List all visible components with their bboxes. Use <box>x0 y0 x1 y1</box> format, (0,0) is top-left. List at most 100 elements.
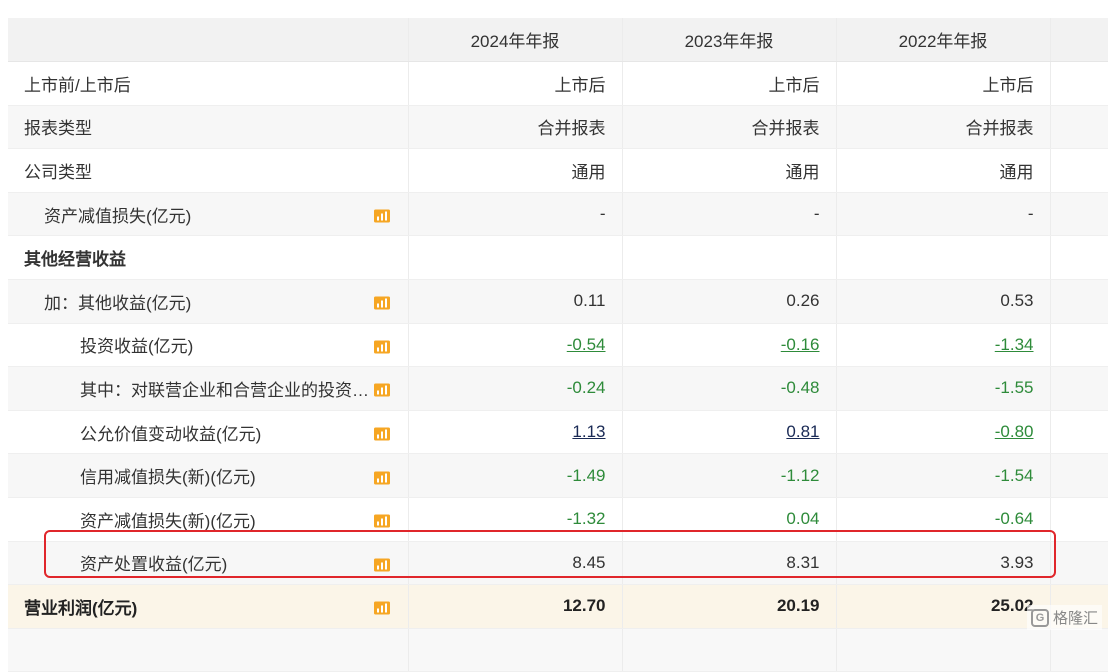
value-text: 0.26 <box>786 291 820 311</box>
row-label: 公司类型 <box>24 162 92 182</box>
table-row: 资产减值损失(亿元) - - - <box>8 192 1108 237</box>
value-text[interactable]: -0.80 <box>995 422 1034 441</box>
value-cell: 上市后 <box>622 61 837 106</box>
value-cell: - <box>622 192 837 237</box>
value-text: 合并报表 <box>537 119 606 139</box>
value-text: 合并报表 <box>751 119 820 139</box>
value-cell: -0.54 <box>408 323 623 368</box>
value-cell: -0.80 <box>836 410 1051 455</box>
value-text: -1.54 <box>994 465 1034 485</box>
value-cell: - <box>408 192 623 237</box>
row-label: 营业利润(亿元) <box>24 598 138 618</box>
table-row: 信用减值损失(新)(亿元) -1.49 -1.12 -1.54 <box>8 453 1108 498</box>
table-row: 公司类型 通用 通用 通用 <box>8 148 1108 193</box>
table-row: 营业利润(亿元) 12.70 20.19 25.02 <box>8 584 1108 629</box>
value-cell: 8.31 <box>622 541 837 586</box>
spacer-cell <box>1050 105 1108 150</box>
spacer-cell <box>1050 453 1108 498</box>
value-cell: -0.16 <box>622 323 837 368</box>
partial-cell <box>836 628 1051 672</box>
value-cell: - <box>836 192 1051 237</box>
value-cell: -1.55 <box>836 366 1051 411</box>
partial-cell <box>8 628 409 672</box>
value-cell <box>408 235 623 280</box>
row-label-cell: 资产减值损失(新)(亿元) <box>8 497 409 542</box>
bar-chart-icon[interactable] <box>373 556 390 572</box>
value-text: -0.24 <box>566 378 606 398</box>
row-label-cell: 公允价值变动收益(亿元) <box>8 410 409 455</box>
value-text: 3.93 <box>1000 552 1034 572</box>
value-text: -0.64 <box>994 509 1034 529</box>
value-text: 8.45 <box>572 552 606 572</box>
financial-statement-table: 2024年年报 2023年年报 2022年年报 上市前/上市后 上市后 上市后 上市后… <box>8 18 1108 672</box>
row-label-cell: 公司类型 <box>8 148 409 193</box>
spacer-cell <box>1050 323 1108 368</box>
header-row: 2024年年报 2023年年报 2022年年报 <box>8 18 1108 62</box>
bar-chart-icon[interactable] <box>373 600 390 615</box>
bar-chart-icon[interactable] <box>373 469 390 485</box>
value-text: 12.70 <box>562 596 606 616</box>
value-text: 通用 <box>999 162 1034 182</box>
value-cell: 上市后 <box>408 61 623 106</box>
table-row: 资产处置收益(亿元) 8.45 8.31 3.93 <box>8 541 1108 586</box>
value-text: -1.12 <box>780 465 820 485</box>
value-cell: -1.32 <box>408 497 623 542</box>
value-text[interactable]: -0.54 <box>567 335 606 354</box>
value-text: 0.11 <box>573 291 606 311</box>
value-text: -1.49 <box>566 465 606 485</box>
spacer-cell <box>1050 279 1108 324</box>
bar-chart-icon[interactable] <box>373 426 390 441</box>
table-row-partial <box>8 628 1108 672</box>
value-cell: 通用 <box>622 148 837 193</box>
spacer-cell <box>1050 192 1108 237</box>
row-label-cell: 加：其他收益(亿元) <box>8 279 409 324</box>
value-cell: -0.64 <box>836 497 1051 542</box>
bar-chart-icon[interactable] <box>373 208 390 223</box>
value-cell: 3.93 <box>836 541 1051 586</box>
row-label: 投资收益(亿元) <box>80 337 194 357</box>
spacer-cell <box>1050 366 1108 411</box>
row-label: 资产处置收益(亿元) <box>80 555 228 575</box>
value-text: -1.32 <box>566 509 606 529</box>
table-row: 公允价值变动收益(亿元) 1.13 0.81 -0.80 <box>8 410 1108 455</box>
bar-chart-icon[interactable] <box>373 513 390 528</box>
value-text: -0.48 <box>780 378 820 398</box>
bar-chart-icon[interactable] <box>373 338 390 354</box>
bar-chart-icon[interactable] <box>373 382 390 397</box>
value-text: - <box>599 204 606 224</box>
value-text[interactable]: -0.16 <box>781 335 820 354</box>
header-2024[interactable]: 2024年年报 <box>408 18 623 62</box>
bar-chart-icon[interactable] <box>373 295 390 310</box>
value-cell: 20.19 <box>622 584 837 629</box>
value-cell: 12.70 <box>408 584 623 629</box>
row-label-cell: 营业利润(亿元) <box>8 584 409 629</box>
value-cell: -1.49 <box>408 453 623 498</box>
value-text: 通用 <box>785 162 820 182</box>
value-text[interactable]: -1.34 <box>995 335 1034 354</box>
row-label-cell: 上市前/上市后 <box>8 61 409 106</box>
value-text: 8.31 <box>786 552 820 572</box>
value-cell: -0.24 <box>408 366 623 411</box>
header-2023[interactable]: 2023年年报 <box>622 18 837 62</box>
value-text: 合并报表 <box>965 119 1034 139</box>
spacer-cell <box>1050 410 1108 455</box>
partial-cell <box>622 628 837 672</box>
header-2022[interactable]: 2022年年报 <box>836 18 1051 62</box>
value-cell: 1.13 <box>408 410 623 455</box>
value-cell <box>836 235 1051 280</box>
value-cell: -1.34 <box>836 323 1051 368</box>
table-row: 投资收益(亿元) -0.54 -0.16 -1.34 <box>8 323 1108 368</box>
table-row: 上市前/上市后 上市后 上市后 上市后 <box>8 61 1108 106</box>
value-text: 0.53 <box>1000 291 1034 311</box>
header-label-column <box>8 18 409 62</box>
row-label: 上市前/上市后 <box>24 75 131 95</box>
value-text: 通用 <box>571 162 606 182</box>
row-label-cell: 其他经营收益 <box>8 235 409 280</box>
value-cell: 合并报表 <box>408 105 623 150</box>
spacer-cell <box>1050 61 1108 106</box>
value-text[interactable]: 1.13 <box>572 422 605 441</box>
table-row: 其中：对联营企业和合营企业的投资收益(亿元) -0.24 -0.48 -1.55 <box>8 366 1108 411</box>
table-row: 资产减值损失(新)(亿元) -1.32 0.04 -0.64 <box>8 497 1108 542</box>
value-text[interactable]: 0.81 <box>786 422 819 441</box>
value-text: 上市后 <box>982 75 1034 95</box>
